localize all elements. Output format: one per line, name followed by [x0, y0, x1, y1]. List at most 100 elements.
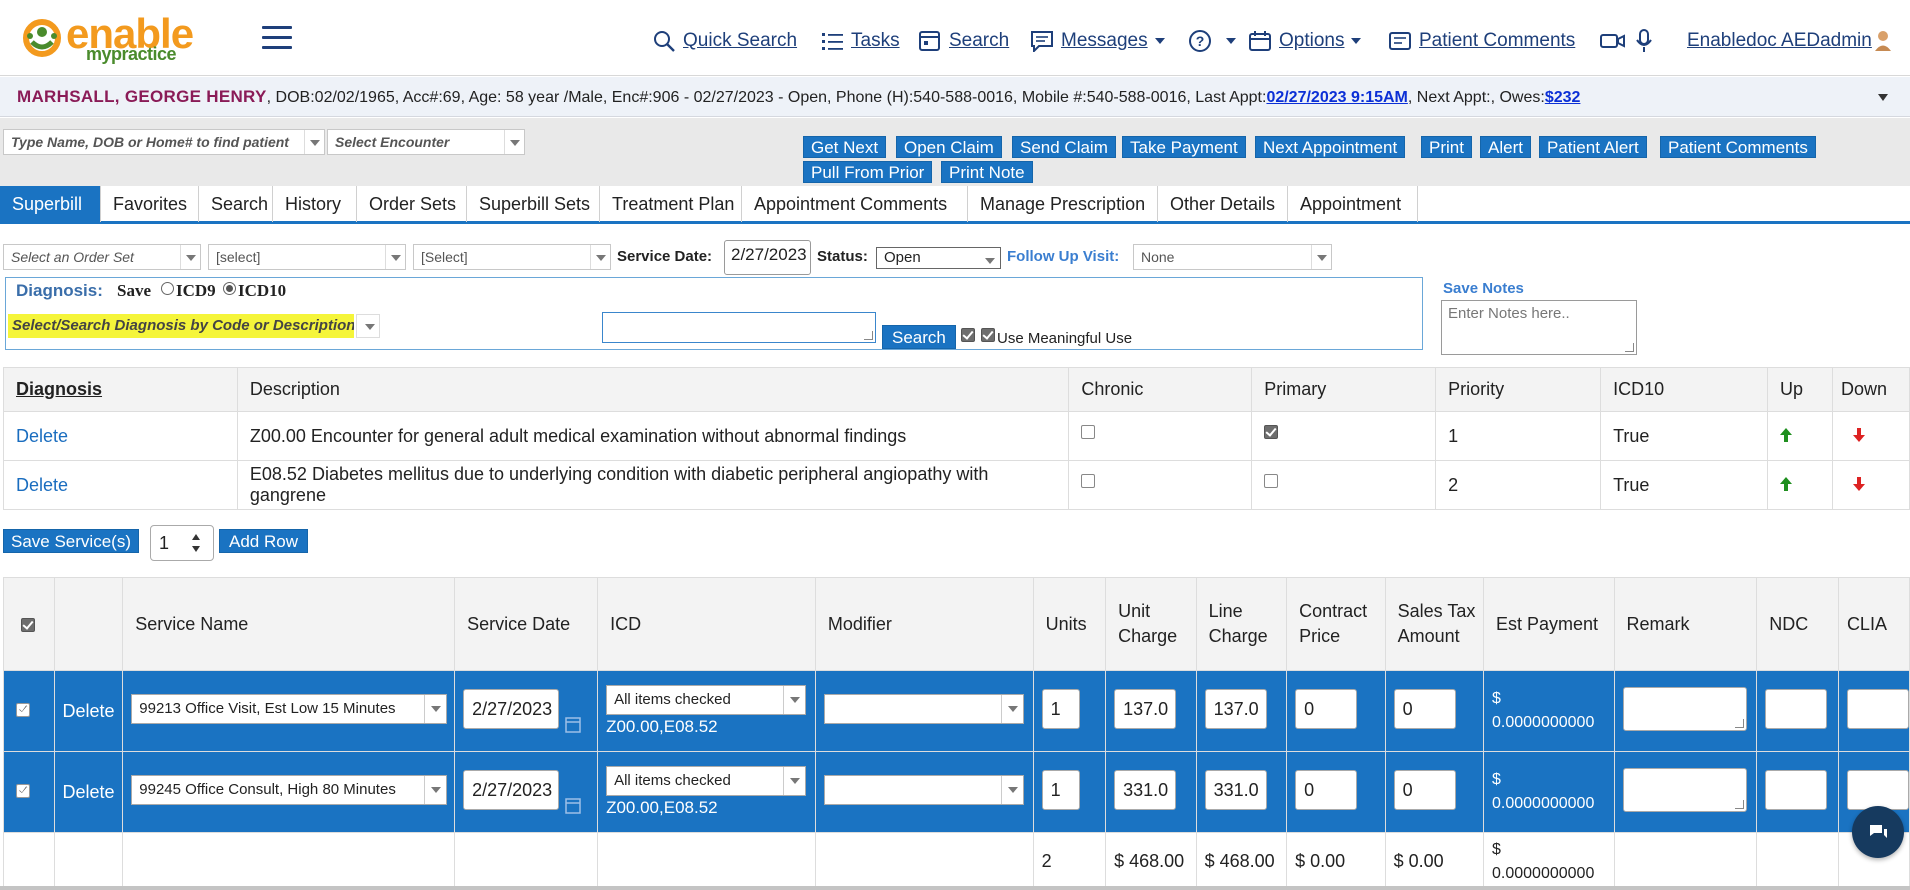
save-notes-link[interactable]: Save Notes	[1443, 280, 1524, 297]
select-all-checkbox[interactable]	[21, 617, 35, 632]
primary-checkbox[interactable]	[1264, 474, 1279, 488]
provider-select[interactable]: [Select]	[413, 244, 611, 270]
nav-patient-comments[interactable]: Patient Comments	[1388, 26, 1575, 56]
diagnosis-search-button[interactable]: Search	[882, 325, 956, 349]
icd10-radio[interactable]	[223, 282, 236, 295]
arrow-down-icon[interactable]	[1852, 476, 1865, 491]
menu-icon[interactable]	[262, 26, 292, 50]
modifier-select[interactable]	[823, 693, 1024, 724]
tab-superbill[interactable]: Superbill	[0, 186, 101, 222]
chevron-down-icon[interactable]	[385, 245, 405, 269]
units-input[interactable]: 1	[1041, 688, 1080, 729]
tab-favorites[interactable]: Favorites	[101, 186, 199, 222]
nav-user-menu[interactable]: Enabledoc AEDadmin	[1687, 26, 1892, 56]
meaningful-use-checkbox-2[interactable]	[981, 328, 995, 342]
status-select[interactable]: Open	[876, 247, 1001, 269]
chevron-down-icon[interactable]	[783, 685, 805, 714]
resize-grip-icon[interactable]	[1625, 343, 1634, 352]
service-date-input[interactable]: 2/27/2023	[463, 769, 560, 810]
row-count-stepper[interactable]: 1	[150, 525, 214, 561]
meaningful-use-checkbox-1[interactable]	[961, 328, 975, 342]
order-set-select[interactable]: Select an Order Set	[3, 244, 201, 270]
nav-microphone[interactable]	[1636, 26, 1659, 56]
ndc-input[interactable]	[1765, 688, 1828, 729]
line-charge-input[interactable]: 137.0	[1204, 688, 1267, 729]
chevron-down-icon[interactable]	[504, 130, 524, 154]
patient-finder-input[interactable]: Type Name, DOB or Home# to find patient	[3, 129, 325, 155]
arrow-up-icon[interactable]	[1780, 476, 1792, 491]
chronic-checkbox[interactable]	[1081, 425, 1096, 439]
chevron-down-icon[interactable]	[1000, 775, 1023, 804]
ndc-input[interactable]	[1765, 769, 1828, 810]
primary-checkbox[interactable]	[1264, 425, 1279, 439]
tab-other-details[interactable]: Other Details	[1158, 186, 1288, 222]
nav-tasks[interactable]: Tasks	[822, 26, 900, 56]
unit-charge-input[interactable]: 331.0	[1114, 769, 1177, 810]
remark-textarea[interactable]	[1622, 686, 1747, 731]
service-name-select[interactable]: 99245 Office Consult, High 80 Minutes	[131, 774, 448, 805]
nav-video[interactable]	[1600, 26, 1633, 56]
logo[interactable]: enable mypractice	[20, 10, 194, 64]
chat-launcher[interactable]	[1852, 806, 1904, 858]
row-checkbox[interactable]	[16, 783, 30, 798]
arrow-down-icon[interactable]	[1852, 427, 1865, 442]
row-checkbox[interactable]	[16, 702, 30, 717]
resize-grip-icon[interactable]	[1734, 799, 1744, 809]
tab-history[interactable]: History	[273, 186, 357, 222]
superbill-set-select[interactable]: [select]	[208, 244, 406, 270]
tab-order-sets[interactable]: Order Sets	[357, 186, 467, 222]
units-input[interactable]: 1	[1041, 769, 1080, 810]
get-next-button[interactable]: Get Next	[803, 136, 887, 158]
tab-superbill-sets[interactable]: Superbill Sets	[467, 186, 600, 222]
chevron-down-icon[interactable]	[590, 245, 610, 269]
tab-manage-prescription[interactable]: Manage Prescription	[968, 186, 1158, 222]
next-appointment-button[interactable]: Next Appointment	[1255, 136, 1406, 158]
chevron-down-icon[interactable]	[424, 694, 446, 723]
print-note-button[interactable]: Print Note	[941, 161, 1033, 183]
last-appointment-link[interactable]: 02/27/2023 9:15AM	[1266, 89, 1407, 106]
pull-from-prior-button[interactable]: Pull From Prior	[803, 161, 933, 183]
delete-diagnosis-link[interactable]: Delete	[16, 475, 68, 495]
calendar-icon[interactable]	[565, 715, 581, 733]
chevron-down-icon[interactable]	[1878, 94, 1888, 101]
chevron-down-icon[interactable]	[304, 130, 324, 154]
line-charge-input[interactable]: 331.0	[1204, 769, 1267, 810]
alert-button[interactable]: Alert	[1480, 136, 1531, 158]
chevron-down-icon[interactable]	[424, 775, 446, 804]
clia-input[interactable]	[1846, 688, 1909, 729]
arrow-up-icon[interactable]	[1780, 427, 1792, 442]
chevron-down-icon[interactable]	[980, 248, 1000, 268]
modifier-select[interactable]	[823, 774, 1024, 805]
stepper-arrows-icon[interactable]	[191, 533, 201, 553]
icd-select[interactable]: All items checked	[606, 765, 807, 796]
notes-textarea[interactable]: Enter Notes here..	[1441, 300, 1637, 355]
contract-price-input[interactable]: 0	[1295, 688, 1358, 729]
encounter-select[interactable]: Select Encounter	[327, 129, 525, 155]
diagnosis-search-dropdown[interactable]	[356, 314, 380, 338]
delete-service-link[interactable]: Delete	[53, 670, 124, 752]
chevron-down-icon[interactable]	[1311, 245, 1331, 269]
send-claim-button[interactable]: Send Claim	[1012, 136, 1116, 158]
add-row-button[interactable]: Add Row	[219, 529, 308, 553]
open-claim-button[interactable]: Open Claim	[896, 136, 1002, 158]
nav-options[interactable]: Options	[1248, 26, 1362, 56]
sales-tax-input[interactable]: 0	[1393, 688, 1456, 729]
chronic-checkbox[interactable]	[1081, 474, 1096, 488]
chevron-down-icon[interactable]	[1000, 694, 1023, 723]
chevron-down-icon[interactable]	[783, 766, 805, 795]
sales-tax-input[interactable]: 0	[1393, 769, 1456, 810]
nav-help[interactable]: ?	[1188, 26, 1236, 56]
tab-search[interactable]: Search	[199, 186, 273, 222]
save-services-button[interactable]: Save Service(s)	[3, 529, 139, 553]
nav-search[interactable]: Search	[918, 26, 1009, 56]
follow-up-select[interactable]: None	[1133, 244, 1332, 270]
resize-grip-icon[interactable]	[864, 331, 873, 340]
owes-link[interactable]: $232	[1545, 89, 1581, 106]
service-date-input[interactable]: 2/27/2023	[463, 688, 560, 729]
tab-appointment[interactable]: Appointment	[1288, 186, 1418, 222]
unit-charge-input[interactable]: 137.0	[1114, 688, 1177, 729]
icd-select[interactable]: All items checked	[606, 684, 807, 715]
service-name-select[interactable]: 99213 Office Visit, Est Low 15 Minutes	[131, 693, 448, 724]
patient-alert-button[interactable]: Patient Alert	[1539, 136, 1647, 158]
icd9-radio[interactable]	[161, 282, 174, 295]
